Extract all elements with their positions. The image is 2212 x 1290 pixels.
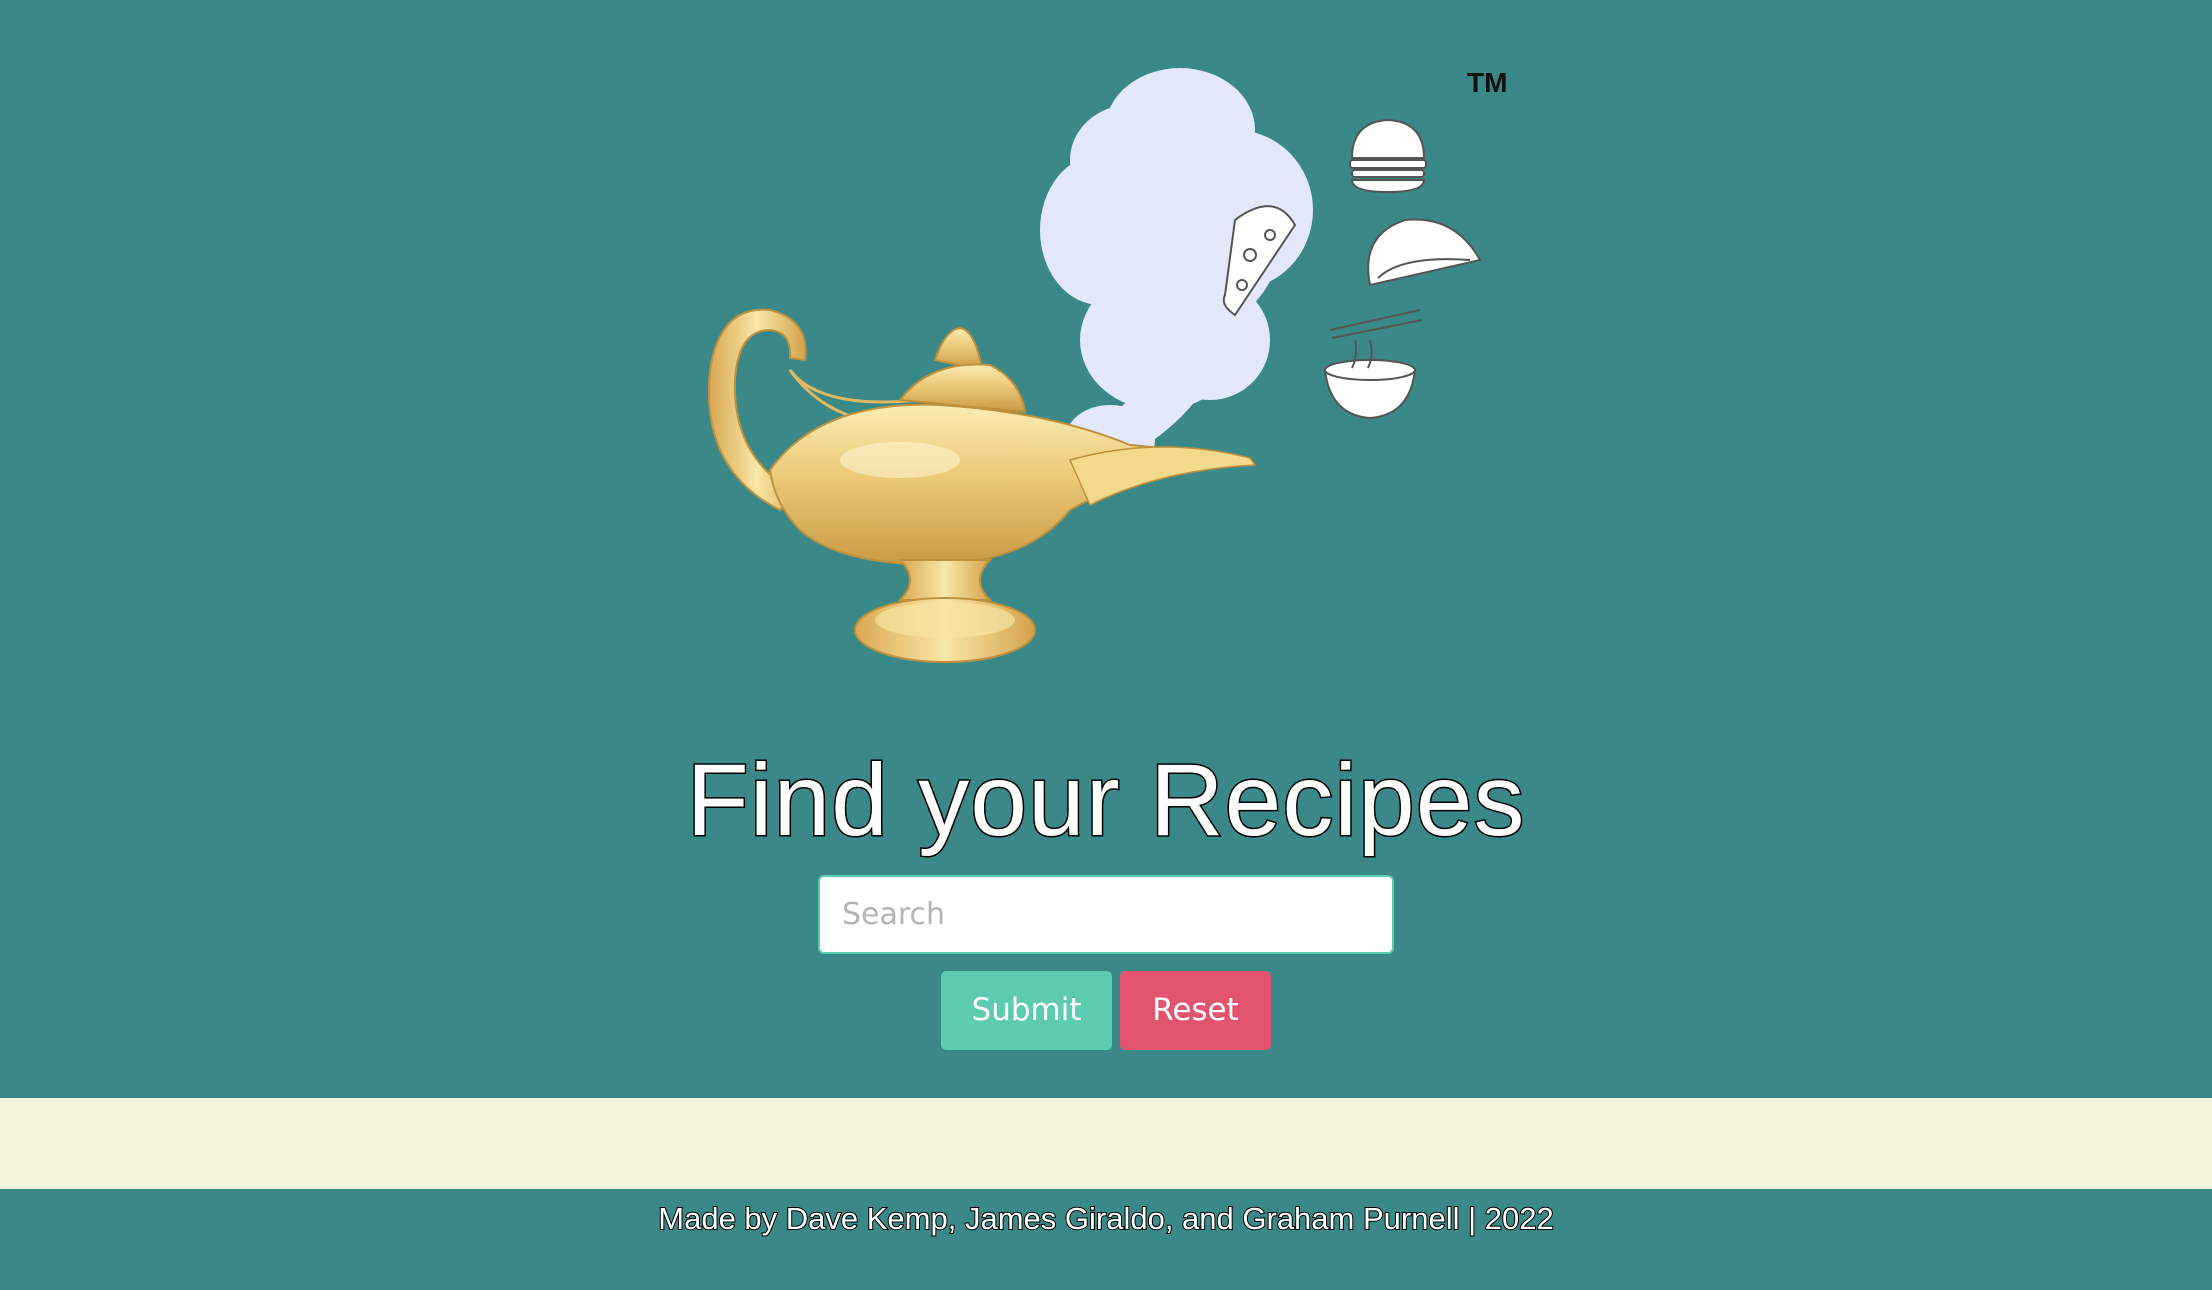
smoke-cloud [1040, 68, 1313, 475]
reset-button[interactable]: Reset [1120, 971, 1271, 1050]
submit-button[interactable]: Submit [941, 971, 1112, 1050]
taco-icon [1367, 218, 1482, 287]
trademark-text: TM [1467, 67, 1507, 98]
search-input[interactable] [818, 875, 1394, 954]
page-title: Find your Recipes [685, 742, 1526, 859]
search-container [818, 875, 1394, 954]
burger-icon [1349, 118, 1427, 194]
genie-lamp-logo: TM [690, 40, 1530, 680]
genie-lamp-icon: TM [707, 67, 1507, 663]
hero-section: TM Find your Recipes Submit Reset [0, 0, 2212, 1098]
noodle-bowl-icon [1323, 309, 1423, 420]
footer: Made by Dave Kemp, James Giraldo, and Gr… [0, 1189, 2212, 1290]
results-area [0, 1098, 2212, 1189]
footer-credits: Made by Dave Kemp, James Giraldo, and Gr… [657, 1200, 1554, 1237]
